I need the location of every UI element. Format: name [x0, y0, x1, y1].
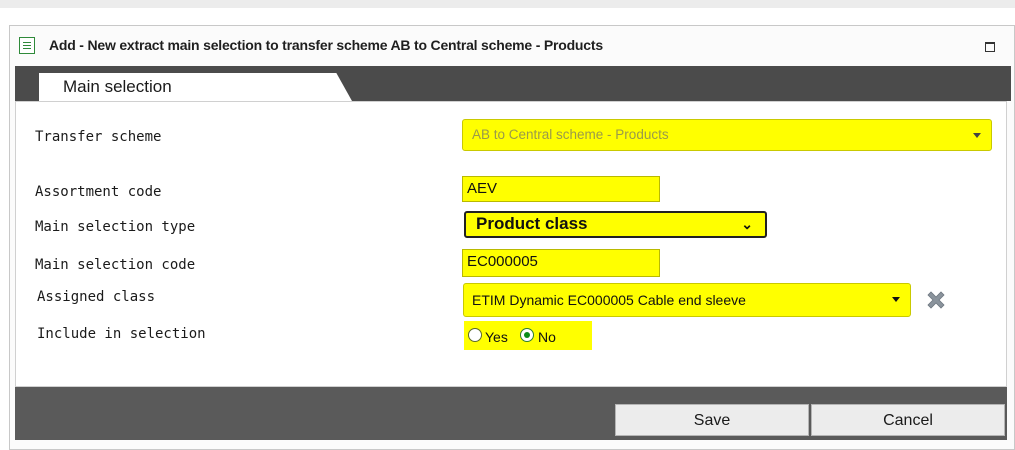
include-in-selection-label: Include in selection: [37, 326, 206, 342]
chevron-down-icon: [973, 133, 981, 138]
cancel-button[interactable]: Cancel: [811, 404, 1005, 436]
maximize-icon[interactable]: [984, 40, 996, 52]
main-selection-code-value: EC000005: [467, 253, 538, 270]
main-selection-code-input[interactable]: EC000005: [462, 249, 660, 277]
assortment-code-label: Assortment code: [35, 184, 162, 200]
main-selection-type-select[interactable]: Product class ⌄: [464, 211, 767, 238]
tab-main-selection[interactable]: Main selection: [39, 73, 352, 101]
assortment-code-input[interactable]: AEV: [462, 176, 660, 202]
dialog-title: Add - New extract main selection to tran…: [49, 37, 603, 53]
chevron-down-icon: ⌄: [741, 216, 753, 232]
transfer-scheme-value: AB to Central scheme - Products: [472, 127, 669, 142]
radio-no-label: No: [538, 329, 556, 345]
transfer-scheme-select[interactable]: AB to Central scheme - Products: [462, 119, 992, 151]
form-icon: [19, 37, 35, 54]
main-selection-type-value: Product class: [476, 214, 588, 233]
tab-label: Main selection: [63, 77, 172, 96]
assortment-code-value: AEV: [467, 180, 498, 197]
radio-yes[interactable]: [468, 328, 482, 342]
assigned-class-label: Assigned class: [37, 289, 156, 305]
main-selection-code-label: Main selection code: [35, 257, 196, 273]
tab-bar: Main selection: [15, 66, 1011, 101]
chevron-down-icon: [892, 297, 900, 302]
top-strip: [0, 0, 1015, 8]
main-selection-type-label: Main selection type: [35, 219, 196, 235]
radio-no[interactable]: [520, 328, 534, 342]
include-in-selection-radio-group: Yes No: [464, 321, 592, 350]
save-button[interactable]: Save: [615, 404, 809, 436]
transfer-scheme-label: Transfer scheme: [35, 129, 162, 145]
assigned-class-select[interactable]: ETIM Dynamic EC000005 Cable end sleeve: [463, 283, 911, 317]
clear-icon[interactable]: [924, 288, 948, 312]
assigned-class-value: ETIM Dynamic EC000005 Cable end sleeve: [472, 292, 746, 308]
dialog-titlebar: Add - New extract main selection to tran…: [10, 26, 1014, 66]
radio-yes-label: Yes: [485, 329, 508, 345]
